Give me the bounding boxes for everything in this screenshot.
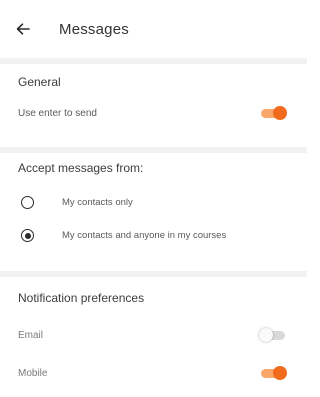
radio-option-contacts-and-courses[interactable]: My contacts and anyone in my courses xyxy=(18,229,287,242)
radio-option-label: My contacts only xyxy=(62,197,133,208)
page-title: Messages xyxy=(59,20,129,38)
accept-messages-heading: Accept messages from: xyxy=(18,161,144,175)
mobile-label: Mobile xyxy=(18,367,48,379)
back-button[interactable] xyxy=(9,15,37,43)
messages-settings-page: Messages General Use enter to send Accep… xyxy=(0,0,307,397)
email-label: Email xyxy=(18,329,44,341)
toggle-thumb xyxy=(273,106,287,120)
mobile-notification-row: Mobile xyxy=(18,366,287,380)
mobile-toggle[interactable] xyxy=(259,366,287,380)
toggle-thumb xyxy=(273,366,287,380)
email-toggle[interactable] xyxy=(259,328,287,342)
general-section: General Use enter to send xyxy=(0,64,307,147)
radio-button-selected[interactable] xyxy=(21,229,34,242)
radio-option-contacts-only[interactable]: My contacts only xyxy=(18,196,287,209)
notification-preferences-heading: Notification preferences xyxy=(18,291,145,305)
notification-preferences-section: Notification preferences Email Mobile xyxy=(0,277,307,380)
accept-messages-section: Accept messages from: My contacts only M… xyxy=(0,153,307,271)
enter-to-send-label: Use enter to send xyxy=(18,107,97,119)
email-notification-row: Email xyxy=(18,328,287,342)
app-header: Messages xyxy=(0,0,307,58)
radio-option-label: My contacts and anyone in my courses xyxy=(62,230,227,241)
arrow-left-icon xyxy=(16,23,30,35)
radio-button[interactable] xyxy=(21,196,34,209)
toggle-thumb xyxy=(259,328,273,342)
enter-to-send-row: Use enter to send xyxy=(18,106,287,120)
radio-selected-dot xyxy=(24,232,31,239)
general-heading: General xyxy=(18,75,61,89)
enter-to-send-toggle[interactable] xyxy=(259,106,287,120)
